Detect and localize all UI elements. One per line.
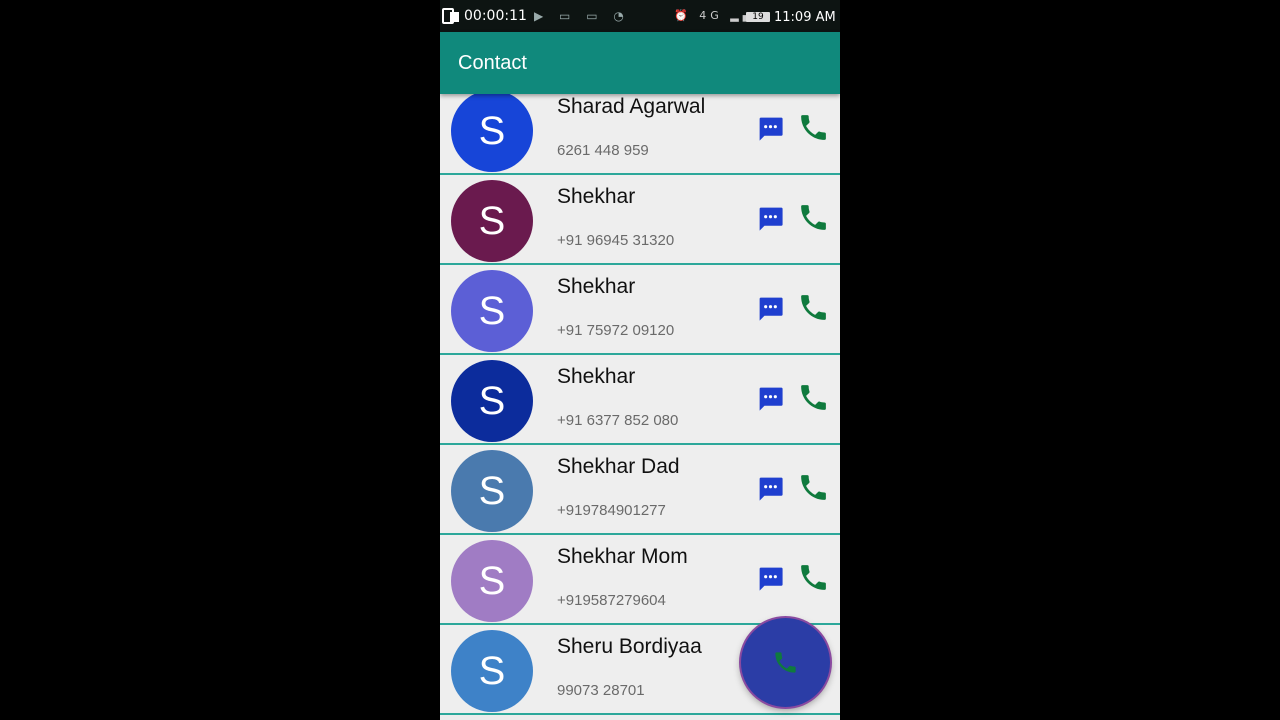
contact-avatar: S <box>451 450 533 532</box>
message-icon[interactable] <box>756 473 785 504</box>
contact-row[interactable]: S Shekhar Dad +919784901277 <box>440 445 840 535</box>
app-bar: Contact <box>440 32 840 94</box>
contact-phone-number: 99073 28701 <box>557 682 645 699</box>
message-icon[interactable] <box>756 113 785 144</box>
contact-row[interactable]: S Shekhar +91 6377 852 080 <box>440 355 840 445</box>
status-bar: 00:00:11 ▶ ▭ ▭ ◔ ⏰ 4G ▂▄▆ 19 11:09 AM <box>440 0 840 32</box>
status-clock: 11:09 AM <box>774 10 836 25</box>
contact-name: Sheru Bordiyaa <box>557 635 702 658</box>
contact-avatar: S <box>451 94 533 172</box>
phone-icon[interactable] <box>797 110 830 145</box>
message-icon[interactable] <box>756 203 785 234</box>
message-icon[interactable] <box>756 563 785 594</box>
contact-row[interactable]: S Shekhar +91 75972 09120 <box>440 265 840 355</box>
contact-phone-number: +919587279604 <box>557 592 666 609</box>
app-title: Contact <box>458 52 527 74</box>
contact-avatar: S <box>451 540 533 622</box>
dial-phone-icon <box>775 652 796 673</box>
phone-icon[interactable] <box>797 560 830 595</box>
network-type: 4G <box>699 9 723 22</box>
contact-row[interactable]: S Shekhar +91 96945 31320 <box>440 175 840 265</box>
notification-icons: ▶ ▭ ▭ ◔ <box>534 9 630 23</box>
phone-icon[interactable] <box>797 380 830 415</box>
contact-avatar: S <box>451 180 533 262</box>
contact-phone-number: +91 75972 09120 <box>557 322 675 339</box>
message-icon[interactable] <box>756 293 785 324</box>
record-indicator-icon <box>450 12 459 22</box>
phone-icon[interactable] <box>797 200 830 235</box>
contact-phone-number: +91 96945 31320 <box>557 232 675 249</box>
contact-row[interactable]: S Sharad Agarwal 6261 448 959 <box>440 94 840 175</box>
contact-name: Shekhar <box>557 275 636 298</box>
contact-phone-number: +919784901277 <box>557 502 666 519</box>
contact-avatar: S <box>451 360 533 442</box>
contact-name: Shekhar Mom <box>557 545 688 568</box>
contact-name: Shekhar Dad <box>557 455 680 478</box>
contact-phone-number: +91 6377 852 080 <box>557 412 679 429</box>
contact-avatar: S <box>451 630 533 712</box>
battery-icon: 19 <box>746 12 770 22</box>
recording-timer: 00:00:11 <box>464 8 527 24</box>
contact-name: Sharad Agarwal <box>557 95 706 118</box>
message-icon[interactable] <box>756 383 785 414</box>
contact-phone-number: 6261 448 959 <box>557 142 649 159</box>
contact-name: Shekhar <box>557 185 636 208</box>
phone-icon[interactable] <box>797 470 830 505</box>
contact-row[interactable]: S Shekhar Mom +919587279604 <box>440 535 840 625</box>
contact-name: Shekhar <box>557 365 636 388</box>
phone-icon[interactable] <box>797 290 830 325</box>
phone-screen: 00:00:11 ▶ ▭ ▭ ◔ ⏰ 4G ▂▄▆ 19 11:09 AM Co… <box>440 0 840 720</box>
contact-avatar: S <box>451 270 533 352</box>
dial-fab-button[interactable] <box>741 618 830 707</box>
